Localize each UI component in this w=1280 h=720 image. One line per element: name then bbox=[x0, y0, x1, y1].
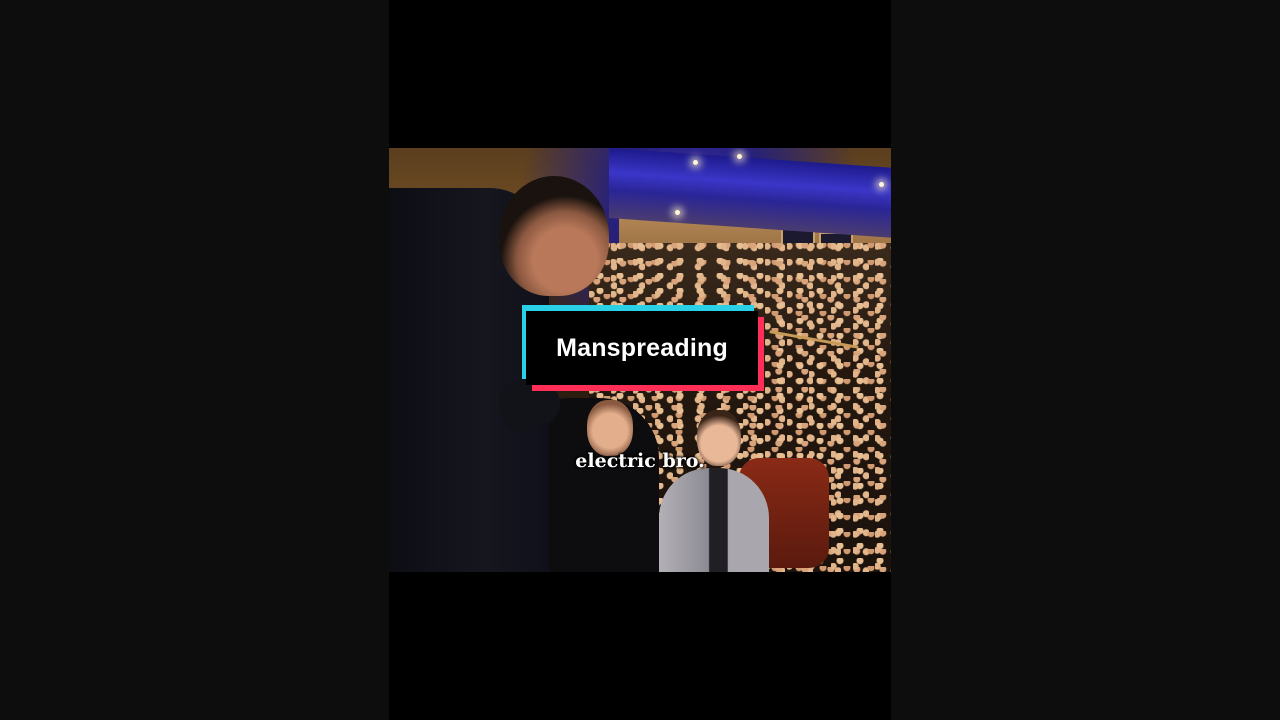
subtitle-text: electric bro. bbox=[575, 450, 705, 472]
stage-light bbox=[693, 160, 698, 165]
seated-woman bbox=[659, 468, 769, 572]
caption-title: Manspreading bbox=[556, 333, 728, 362]
seated-man-head bbox=[587, 400, 633, 456]
video-player[interactable]: Manspreading electric bro. bbox=[389, 0, 891, 720]
video-frame: Manspreading electric bro. bbox=[389, 148, 891, 572]
performer-head bbox=[499, 176, 609, 296]
stage-light bbox=[879, 182, 884, 187]
stage-light bbox=[737, 154, 742, 159]
caption-background: Manspreading bbox=[526, 311, 758, 385]
title-caption-box: Manspreading bbox=[522, 305, 764, 391]
stage-light bbox=[675, 210, 680, 215]
